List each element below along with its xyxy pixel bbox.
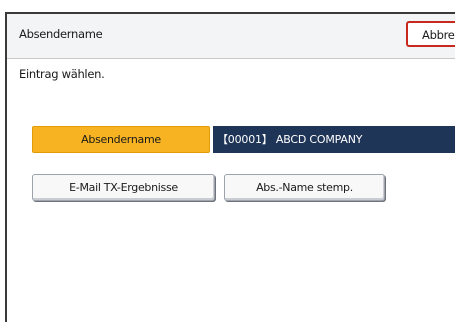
title-bar: Absendername Abbre <box>7 14 455 59</box>
instruction-text: Eintrag wählen. <box>19 67 105 81</box>
sender-name-field-button[interactable]: Absendername <box>32 126 210 153</box>
sender-name-value: 【00001】 ABCD COMPANY <box>213 126 455 153</box>
page-title: Absendername <box>19 27 103 41</box>
email-tx-results-button[interactable]: E-Mail TX-Ergebnisse <box>32 174 215 201</box>
sender-name-stamp-button[interactable]: Abs.-Name stemp. <box>224 174 385 201</box>
abort-button[interactable]: Abbre <box>406 21 455 47</box>
dialog-frame: Absendername Abbre Eintrag wählen. Absen… <box>5 12 455 322</box>
